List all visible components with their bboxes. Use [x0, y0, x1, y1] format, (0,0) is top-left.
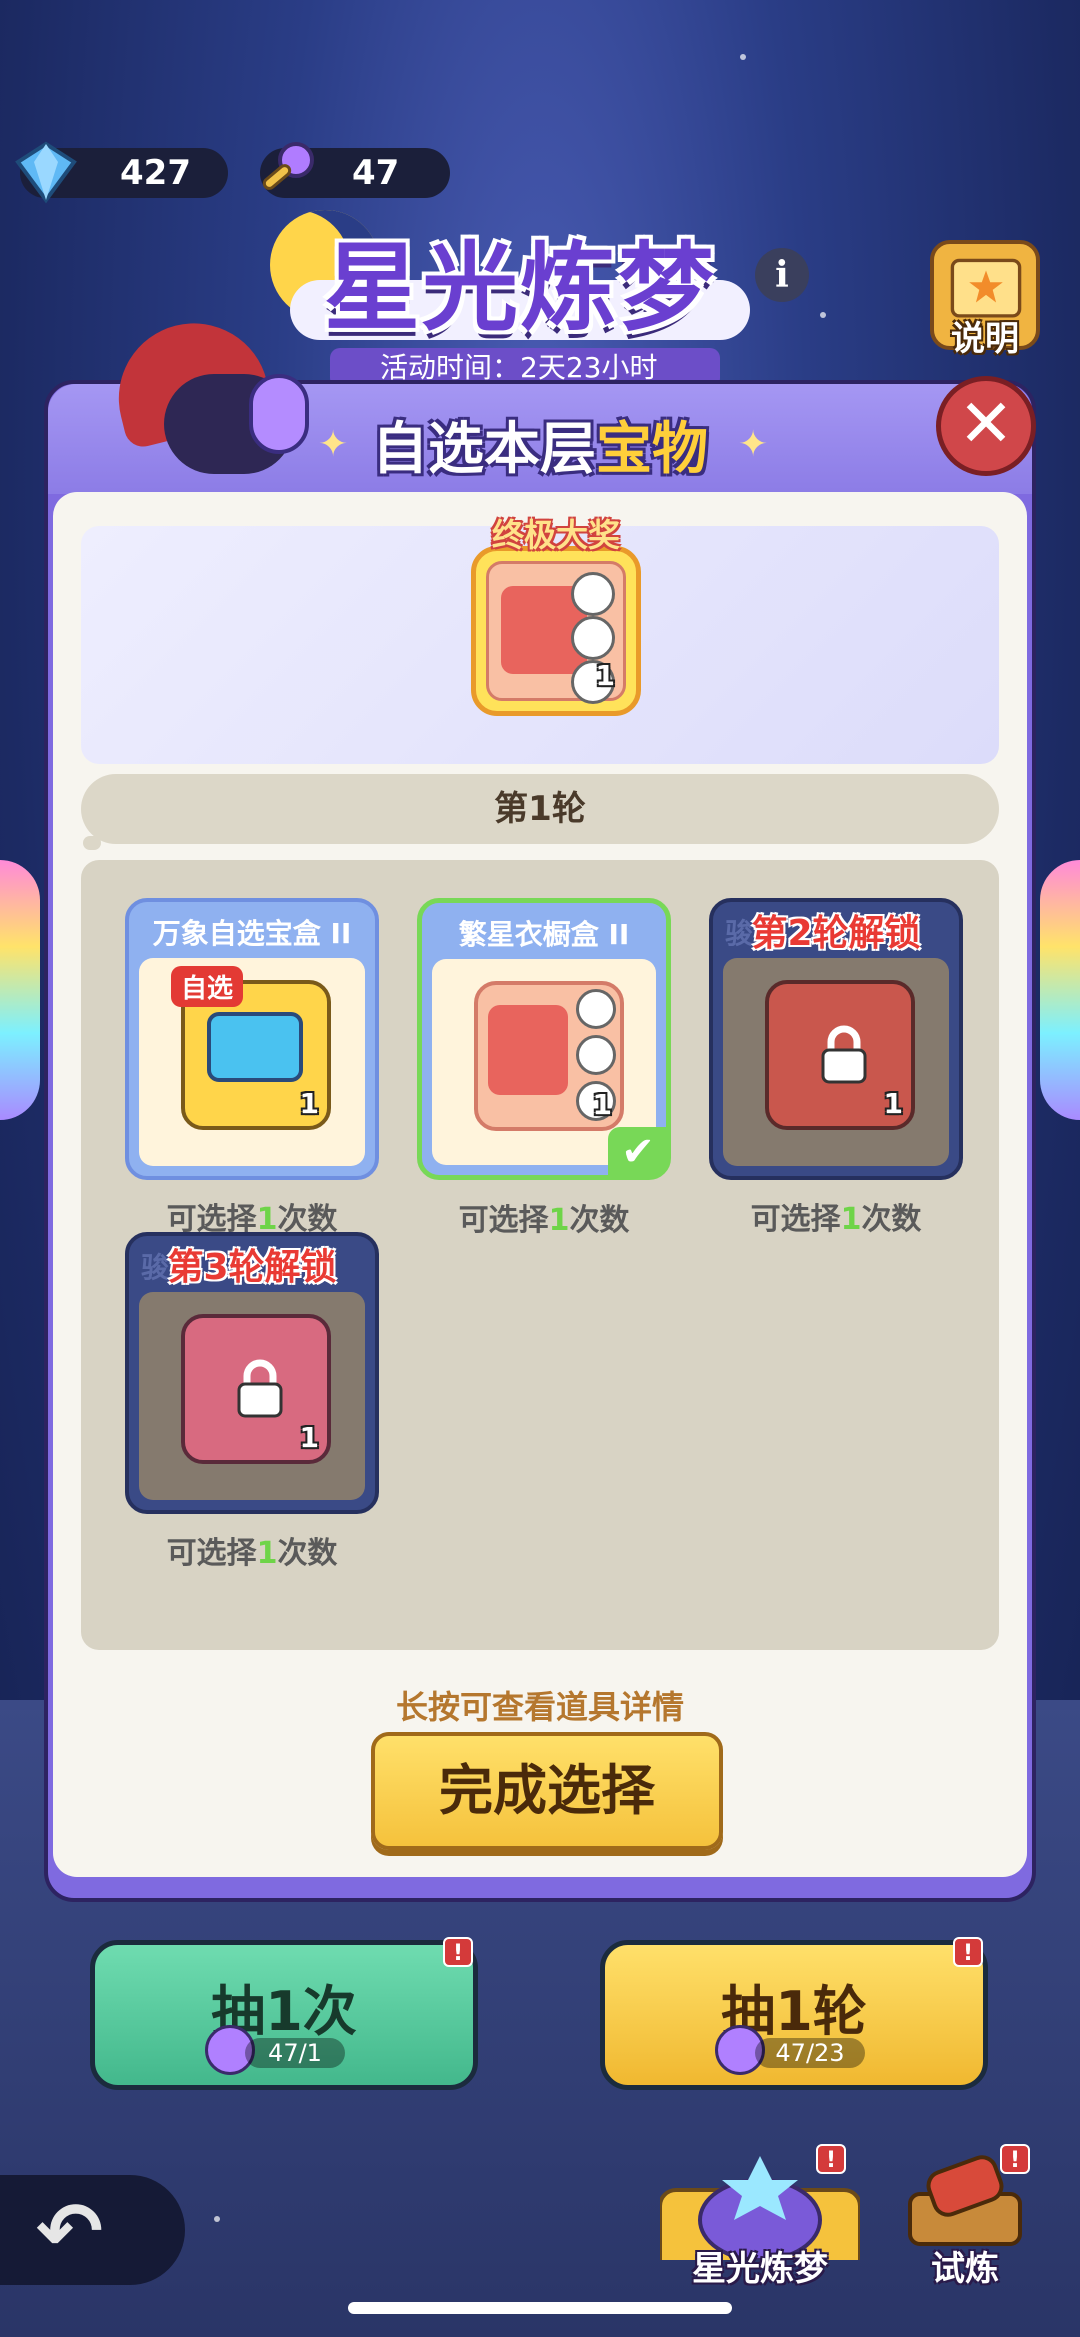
avatar-icon: [571, 616, 615, 660]
gem-counter: 427: [15, 141, 228, 204]
round-label: 第1轮: [81, 774, 999, 844]
item-quantity: 1: [299, 1087, 319, 1120]
sparkle-icon: ✦: [738, 424, 769, 465]
rainbow-decoration: [1040, 860, 1080, 1120]
avatar-icon: [571, 572, 615, 616]
star-decoration: [820, 312, 826, 318]
item-quantity: 1: [592, 1088, 612, 1121]
choose-count: 可选择1次数: [458, 1203, 630, 1238]
star-decoration: [214, 2216, 220, 2222]
key-count: 47: [352, 153, 400, 193]
grand-prize-tag: 终极大奖: [491, 516, 620, 554]
draw-once-cost: 47/1: [245, 2038, 345, 2068]
gem-count: 427: [120, 153, 191, 193]
nav-tab-label: 星光炼梦: [692, 2249, 828, 2289]
close-button[interactable]: ✕: [936, 376, 1036, 476]
lock-icon: [821, 1025, 867, 1084]
rainbow-decoration: [0, 860, 40, 1120]
explain-label: 说明: [951, 319, 1019, 359]
gift-bag-icon: 1: [474, 981, 624, 1131]
unlock-round-label: 第2轮解锁: [751, 913, 921, 954]
event-title-text: 星光炼梦: [324, 231, 716, 344]
choose-count: 可选择1次数: [750, 1202, 922, 1237]
draw-once-label: 抽1次: [211, 1980, 357, 2043]
card-name: 万象自选宝盒 II: [152, 917, 352, 950]
treasure-card-selected[interactable]: 繁星衣橱盒 II 1 ✔ 可选择1次数: [417, 898, 671, 1238]
back-button[interactable]: ↶: [0, 2175, 185, 2285]
alert-badge: !: [1000, 2144, 1030, 2174]
alert-badge: !: [816, 2144, 846, 2174]
long-press-hint: 长按可查看道具详情: [395, 1688, 684, 1726]
draw-round-button[interactable]: 抽1轮 47/23 !: [600, 1937, 988, 2090]
choose-count: 可选择1次数: [166, 1536, 338, 1571]
treasure-card[interactable]: 万象自选宝盒 II 1 自选 可选择1次数: [125, 898, 379, 1237]
treasure-card-locked[interactable]: 骏 第2轮解锁 1 可选择1次数: [709, 898, 963, 1237]
nav-tab-trial[interactable]: 试炼 !: [900, 2144, 1030, 2290]
box-icon: 1: [181, 1314, 331, 1464]
star-decoration: [740, 54, 746, 60]
draw-round-label: 抽1轮: [721, 1980, 867, 2043]
grand-prize-area: 1 终极大奖: [81, 516, 999, 764]
alert-badge: !: [953, 1937, 983, 1967]
alert-badge: !: [443, 1937, 473, 1967]
self-select-tag: 自选: [171, 966, 244, 1007]
lock-icon: [237, 1359, 283, 1418]
checkmark-icon: ✔: [608, 1127, 668, 1177]
avatar-icon: [576, 989, 616, 1029]
home-indicator[interactable]: [348, 2302, 732, 2314]
diamond-icon: [15, 141, 77, 204]
draw-round-cost: 47/23: [755, 2038, 865, 2068]
unlock-round-label: 第3轮解锁: [167, 1247, 337, 1288]
bubble-tail: [83, 836, 101, 850]
info-button[interactable]: i: [755, 248, 809, 302]
explain-button[interactable]: 说明: [930, 240, 1040, 359]
item-quantity: 1: [299, 1421, 319, 1454]
item-quantity: 1: [595, 659, 615, 692]
magic-key-icon: [262, 142, 314, 190]
card-name: 繁星衣橱盒 II: [458, 918, 630, 951]
draw-once-button[interactable]: 抽1次 47/1 !: [90, 1937, 478, 2090]
item-quantity: 1: [883, 1087, 903, 1120]
event-title: 星光炼梦: [270, 210, 750, 344]
avatar-icon: [576, 1035, 616, 1075]
select-treasure-dialog: ✦ 自选本层宝物 ✦ ✕ 1 终极大奖 第1轮 万象自选宝盒 II 1 自选 可…: [44, 307, 1036, 1902]
grand-prize-item[interactable]: 1: [471, 546, 641, 716]
treasure-card-locked[interactable]: 骏 第3轮解锁 1 可选择1次数: [125, 1232, 379, 1571]
nav-tab-starlight-dream[interactable]: 星光炼梦 !: [660, 2144, 860, 2290]
nav-tab-label: 试炼: [931, 2249, 999, 2289]
close-icon: ✕: [958, 385, 1014, 462]
key-counter: 47: [260, 142, 450, 198]
back-arrow-icon: ↶: [36, 2185, 104, 2278]
witch-cat-mascot: [84, 307, 324, 494]
box-icon: 1: [765, 980, 915, 1130]
confirm-selection-button[interactable]: 完成选择: [371, 1732, 723, 1850]
treasure-grid: 万象自选宝盒 II 1 自选 可选择1次数 繁星衣橱盒 II 1 ✔ 可选择1次…: [81, 860, 999, 1650]
dialog-panel: 1 终极大奖 第1轮 万象自选宝盒 II 1 自选 可选择1次数 繁星衣橱盒 I…: [53, 492, 1027, 1877]
